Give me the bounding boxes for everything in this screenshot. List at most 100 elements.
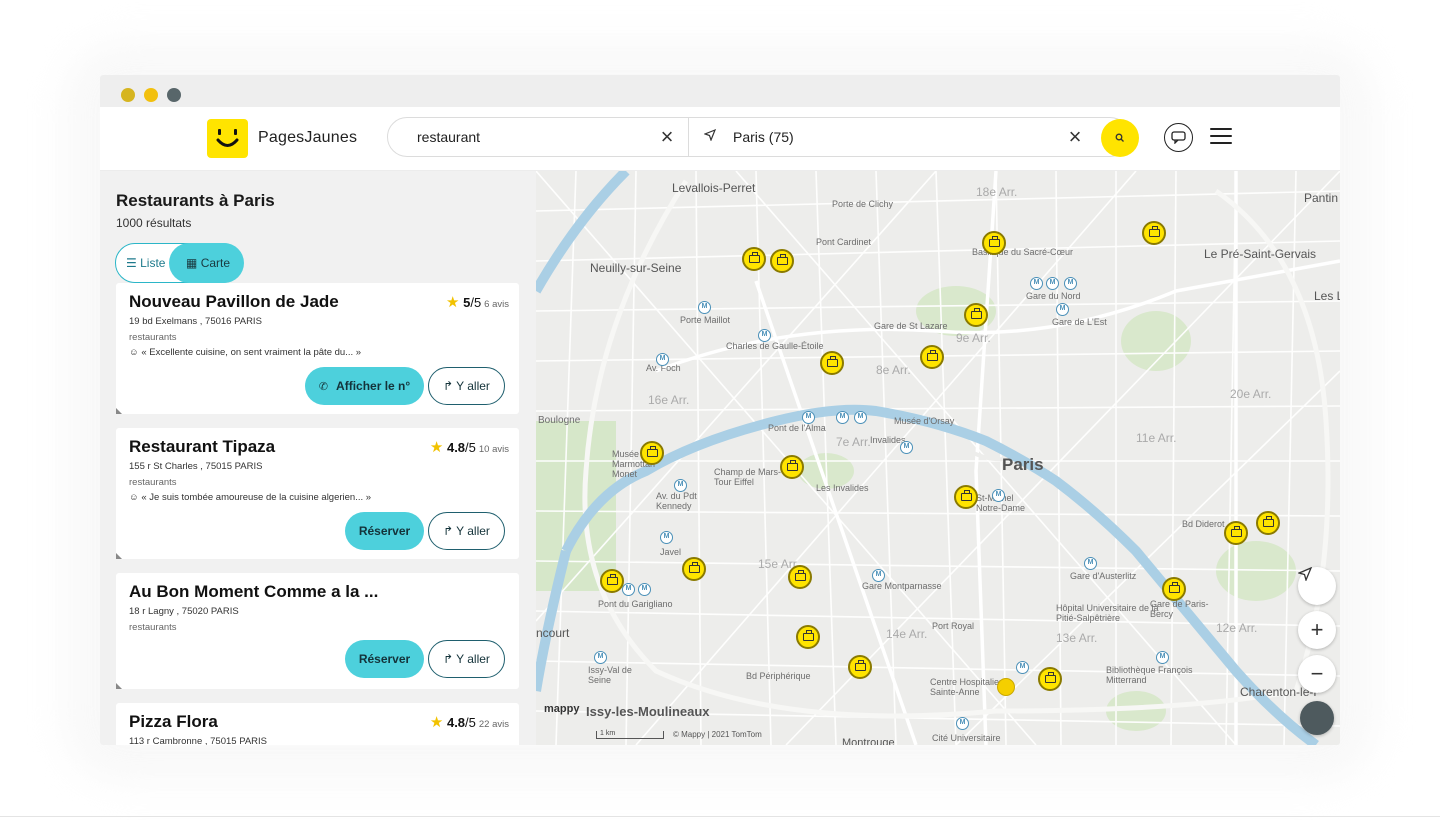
metro-station-icon: M — [1046, 277, 1059, 290]
directions-icon: ↱ — [443, 524, 454, 538]
directions-button[interactable]: ↱ Y aller — [428, 640, 505, 678]
map-copyright: © Mappy | 2021 TomTom — [673, 730, 762, 739]
search-button[interactable] — [1101, 119, 1139, 157]
zoom-out-button[interactable]: − — [1298, 655, 1336, 693]
close-window-dot[interactable] — [121, 88, 135, 102]
results-sidebar: Restaurants à Paris 1000 résultats ☰ Lis… — [100, 171, 536, 745]
restaurant-pin-icon[interactable] — [848, 655, 872, 679]
restaurant-pin-icon[interactable] — [964, 303, 988, 327]
map-view[interactable]: Levallois-Perret Neuilly-sur-Seine Panti… — [536, 171, 1340, 745]
clear-query-icon[interactable]: × — [658, 126, 676, 148]
result-category: restaurants — [129, 622, 177, 633]
reviews-count[interactable]: 22 avis — [479, 719, 509, 730]
metro-station-icon: M — [1084, 557, 1097, 570]
result-name[interactable]: Pizza Flora — [129, 712, 218, 732]
logo-text[interactable]: PagesJaunes — [258, 129, 357, 147]
restaurant-pin-icon[interactable] — [1256, 511, 1280, 535]
map-label: Musée d'Orsay — [894, 416, 955, 426]
zoom-in-button[interactable]: + — [1298, 611, 1336, 649]
reviews-count[interactable]: 10 avis — [479, 444, 509, 455]
maximize-window-dot[interactable] — [167, 88, 181, 102]
rating-max: /5 — [465, 440, 476, 455]
result-rating: ★ 4.8/5 10 avis — [430, 438, 509, 456]
restaurant-pin-icon[interactable] — [742, 247, 766, 271]
search-divider — [688, 118, 689, 156]
restaurant-pin-icon[interactable] — [820, 351, 844, 375]
restaurant-pin-icon[interactable] — [600, 569, 624, 593]
restaurant-pin-icon[interactable] — [780, 455, 804, 479]
result-name[interactable]: Au Bon Moment Comme a la ... — [129, 582, 378, 602]
restaurant-pin-icon[interactable] — [954, 485, 978, 509]
metro-station-icon: M — [698, 301, 711, 314]
restaurant-pin-icon[interactable] — [788, 565, 812, 589]
result-address: 155 r St Charles , 75015 PARIS — [129, 461, 263, 472]
toggle-list-button[interactable]: ☰ Liste — [126, 256, 165, 270]
map-icon: ▦ — [186, 256, 198, 270]
clear-location-icon[interactable]: × — [1066, 126, 1084, 148]
reviews-count[interactable]: 6 avis — [484, 299, 509, 310]
show-number-button[interactable]: ✆ Afficher le n° — [305, 367, 424, 405]
restaurant-pin-icon[interactable] — [640, 441, 664, 465]
directions-label: Y aller — [456, 524, 490, 538]
hamburger-menu-icon[interactable] — [1210, 128, 1232, 146]
map-label: Bd Diderot — [1182, 519, 1225, 529]
selected-location-dot[interactable] — [997, 678, 1015, 696]
restaurant-pin-icon[interactable] — [1142, 221, 1166, 245]
restaurant-pin-icon[interactable] — [1224, 521, 1248, 545]
minimize-window-dot[interactable] — [144, 88, 158, 102]
metro-station-icon: M — [900, 441, 913, 454]
map-label: Neuilly-sur-Seine — [590, 261, 682, 275]
result-name[interactable]: Restaurant Tipaza — [129, 437, 275, 457]
metro-station-icon: M — [1030, 277, 1043, 290]
metro-station-icon: M — [660, 531, 673, 544]
map-label: Issy-les-Moulineaux — [586, 704, 710, 719]
result-address: 19 bd Exelmans , 75016 PARIS — [129, 316, 262, 327]
locate-icon — [1298, 567, 1312, 581]
result-card[interactable]: Au Bon Moment Comme a la ... 18 r Lagny … — [116, 573, 519, 689]
locate-button[interactable] — [1298, 567, 1336, 605]
map-label: 16e Arr. — [648, 393, 690, 407]
search-query-input[interactable]: restaurant — [417, 129, 480, 145]
chat-icon[interactable] — [1164, 123, 1193, 152]
toggle-map-button[interactable]: ▦ Carte — [169, 243, 244, 283]
show-number-label: Afficher le n° — [336, 379, 411, 393]
result-card[interactable]: Restaurant Tipaza ★ 4.8/5 10 avis 155 r S… — [116, 428, 519, 559]
metro-station-icon: M — [622, 583, 635, 596]
result-card[interactable]: Pizza Flora ★ 4.8/5 22 avis 113 r Cambron… — [116, 703, 519, 745]
metro-station-icon: M — [956, 717, 969, 730]
restaurant-pin-icon[interactable] — [920, 345, 944, 369]
map-label: Porte Maillot — [680, 315, 731, 325]
rating-max: /5 — [465, 715, 476, 730]
directions-button[interactable]: ↱ Y aller — [428, 512, 505, 550]
metro-station-icon: M — [854, 411, 867, 424]
map-label: Levallois-Perret — [672, 181, 756, 195]
view-toggle: ☰ Liste ▦ Carte — [115, 243, 244, 283]
map-label: Charles de Gaulle-Étoile — [726, 341, 824, 351]
map-layer-thumbnail[interactable] — [1300, 701, 1334, 735]
restaurant-pin-icon[interactable] — [1162, 577, 1186, 601]
book-button[interactable]: Réserver — [345, 512, 424, 550]
map-label: Champ de Mars-Tour Eiffel — [714, 467, 782, 487]
map-label: Gare de St Lazare — [874, 321, 948, 331]
result-card[interactable]: Nouveau Pavillon de Jade ★ 5/5 6 avis 19 … — [116, 283, 519, 414]
pagesjaunes-logo-icon[interactable] — [207, 119, 248, 158]
restaurant-pin-icon[interactable] — [1038, 667, 1062, 691]
restaurant-pin-icon[interactable] — [796, 625, 820, 649]
search-location-input[interactable]: Paris (75) — [733, 129, 794, 145]
card-corner-mark — [116, 553, 122, 559]
star-icon: ★ — [446, 294, 460, 311]
mappy-brand[interactable]: mappy — [544, 703, 579, 715]
results-title: Restaurants à Paris — [116, 191, 275, 210]
list-icon: ☰ — [126, 256, 137, 270]
metro-station-icon: M — [1064, 277, 1077, 290]
restaurant-pin-icon[interactable] — [982, 231, 1006, 255]
restaurant-pin-icon[interactable] — [770, 249, 794, 273]
directions-button[interactable]: ↱ Y aller — [428, 367, 505, 405]
map-label: Cité Universitaire — [932, 733, 1001, 743]
restaurant-pin-icon[interactable] — [682, 557, 706, 581]
rating-value: 4.8 — [446, 715, 466, 730]
map-label: 13e Arr. — [1056, 631, 1098, 645]
result-name[interactable]: Nouveau Pavillon de Jade — [129, 292, 339, 312]
book-button[interactable]: Réserver — [345, 640, 424, 678]
map-label: Boulogne — [538, 415, 581, 426]
